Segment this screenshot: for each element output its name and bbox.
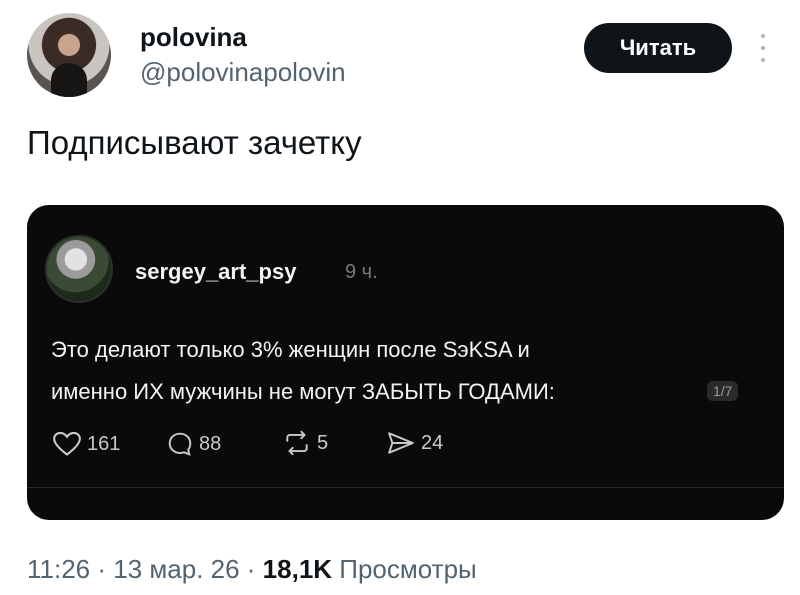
shares-count: 24 xyxy=(421,431,444,454)
embedded-time: 9 ч. xyxy=(345,261,378,283)
embedded-username: sergey_art_psy xyxy=(135,259,297,284)
read-button[interactable]: Читать xyxy=(584,23,732,73)
post-date: 13 мар. 26 xyxy=(113,554,240,584)
more-options-icon[interactable] xyxy=(758,34,768,62)
embedded-post-card[interactable]: sergey_art_psy 9 ч. Это делают только 3%… xyxy=(27,205,784,520)
reposts-stat: 5 xyxy=(283,431,328,455)
post-time: 11:26 xyxy=(27,554,91,584)
comments-stat: 88 xyxy=(167,431,221,457)
tweet-meta: 11:26 · 13 мар. 26 · 18,1K Просмотры xyxy=(27,554,477,585)
repost-icon xyxy=(286,431,308,455)
views-label: Просмотры xyxy=(332,554,477,584)
views-count[interactable]: 18,1K xyxy=(263,554,332,584)
likes-stat: 161 xyxy=(53,431,120,457)
tweet-text: Подписывают зачетку xyxy=(27,124,362,161)
send-icon xyxy=(388,432,414,454)
meta-separator: · xyxy=(90,554,114,584)
likes-count: 161 xyxy=(87,432,121,455)
embedded-divider xyxy=(27,487,784,488)
comments-count: 88 xyxy=(199,432,222,455)
comment-icon xyxy=(168,432,192,456)
meta-separator: · xyxy=(239,554,263,584)
embedded-text-line-1: Это делают только 3% женщин после SэKSA … xyxy=(51,337,530,362)
author-name[interactable]: polovina xyxy=(140,22,247,53)
shares-stat: 24 xyxy=(387,431,443,455)
embedded-avatar xyxy=(45,235,113,303)
embedded-text-line-2: именно ИХ мужчины не могут ЗАБЫТЬ ГОДАМИ… xyxy=(51,379,555,404)
heart-icon xyxy=(53,431,81,456)
author-avatar[interactable] xyxy=(27,13,111,97)
page-indicator: 1/7 xyxy=(707,381,739,401)
author-handle[interactable]: @polovinapolovin xyxy=(140,57,346,88)
reposts-count: 5 xyxy=(317,431,329,454)
